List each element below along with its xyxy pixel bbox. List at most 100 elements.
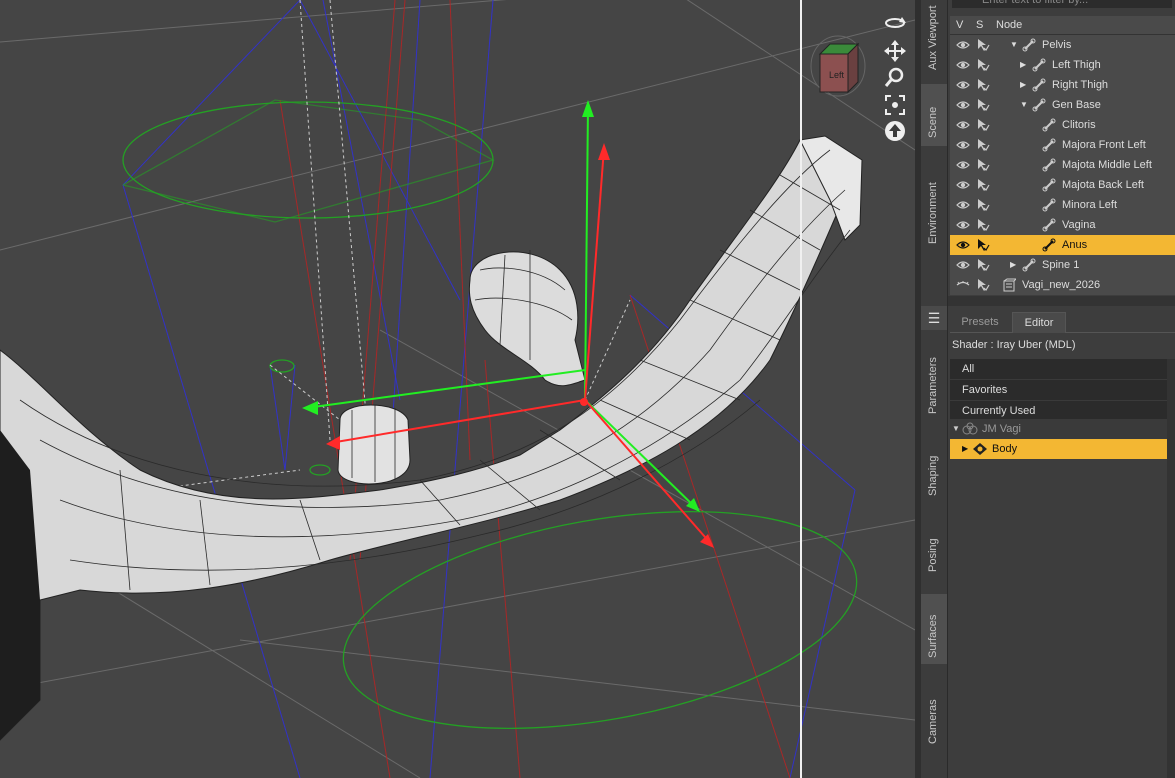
scene-node-row[interactable]: ▼ Pelvis bbox=[950, 35, 1175, 55]
tree-expander-icon[interactable]: ▼ bbox=[1020, 100, 1028, 109]
scene-tree: ▼ Pelvis ▶ Left Thigh ▶ Right Thigh ▼ Gen Base C… bbox=[950, 35, 1175, 295]
header-node[interactable]: Node bbox=[996, 19, 1022, 31]
surface-filter-list: All Favorites Currently Used bbox=[950, 359, 1167, 422]
tree-expander-icon[interactable]: ▶ bbox=[1020, 60, 1026, 69]
bone-icon bbox=[1022, 38, 1036, 52]
selectable-cursor-icon[interactable] bbox=[976, 118, 990, 132]
reset-view-icon[interactable] bbox=[882, 118, 908, 144]
scene-node-row[interactable]: Majora Front Left bbox=[950, 135, 1175, 155]
scene-node-label: Left Thigh bbox=[1052, 59, 1101, 71]
tab-posing[interactable]: Posing bbox=[921, 520, 947, 576]
visibility-eye-icon[interactable] bbox=[956, 99, 970, 111]
right-panel: Enter text to filter by... V S Node ▼ Pel… bbox=[948, 0, 1175, 778]
view-cube-label: Left bbox=[829, 70, 845, 80]
tree-expander-icon[interactable]: ▶ bbox=[1010, 260, 1016, 269]
tab-presets[interactable]: Presets bbox=[950, 312, 1010, 332]
visibility-eye-icon[interactable] bbox=[956, 239, 970, 251]
scene-node-row[interactable]: Vagina bbox=[950, 215, 1175, 235]
visibility-eye-icon[interactable] bbox=[956, 179, 970, 191]
bone-icon bbox=[1042, 138, 1056, 152]
selectable-cursor-icon[interactable] bbox=[976, 238, 990, 252]
scene-node-row[interactable]: ▶ Spine 1 bbox=[950, 255, 1175, 275]
selectable-cursor-icon[interactable] bbox=[976, 98, 990, 112]
scene-node-row[interactable]: Majota Middle Left bbox=[950, 155, 1175, 175]
selectable-cursor-icon[interactable] bbox=[976, 78, 990, 92]
bone-icon bbox=[1032, 58, 1046, 72]
tree-expander-icon[interactable]: ▼ bbox=[1010, 40, 1018, 49]
collapse-arrow-icon[interactable]: ▼ bbox=[952, 424, 960, 433]
visibility-eye-icon[interactable] bbox=[956, 39, 970, 51]
panel-divider[interactable] bbox=[948, 296, 1175, 306]
selectable-cursor-icon[interactable] bbox=[976, 258, 990, 272]
selectable-cursor-icon[interactable] bbox=[976, 38, 990, 52]
3d-viewport[interactable]: Left bbox=[0, 0, 915, 778]
visibility-eye-icon[interactable] bbox=[956, 59, 970, 71]
visibility-eye-icon[interactable] bbox=[956, 199, 970, 211]
visibility-eye-icon[interactable] bbox=[956, 159, 970, 171]
filter-all[interactable]: All bbox=[950, 359, 1167, 380]
selectable-cursor-icon[interactable] bbox=[976, 58, 990, 72]
tab-surfaces[interactable]: Surfaces bbox=[921, 594, 947, 664]
scene-node-label: Spine 1 bbox=[1042, 259, 1080, 271]
selectable-cursor-icon[interactable] bbox=[976, 138, 990, 152]
bone-icon bbox=[1042, 158, 1056, 172]
expand-arrow-icon[interactable]: ▶ bbox=[962, 444, 968, 453]
scene-node-label: Anus bbox=[1062, 239, 1088, 251]
bone-icon bbox=[1032, 78, 1046, 92]
scene-node-row[interactable]: ▶ Left Thigh bbox=[950, 55, 1175, 75]
selectable-cursor-icon[interactable] bbox=[976, 178, 990, 192]
figure-icon bbox=[1003, 278, 1016, 292]
zoom-icon[interactable] bbox=[882, 64, 908, 90]
pane-menu-icon[interactable]: ☰ bbox=[921, 306, 947, 330]
pan-icon[interactable] bbox=[882, 38, 908, 64]
bone-icon bbox=[1022, 258, 1036, 272]
visibility-eye-icon[interactable] bbox=[956, 279, 970, 291]
surfaces-tabs: Presets Editor bbox=[950, 312, 1175, 333]
scene-node-row[interactable]: Clitoris bbox=[950, 115, 1175, 135]
selectable-cursor-icon[interactable] bbox=[976, 198, 990, 212]
visibility-eye-icon[interactable] bbox=[956, 219, 970, 231]
header-selectable[interactable]: S bbox=[976, 19, 983, 31]
visibility-eye-icon[interactable] bbox=[956, 79, 970, 91]
scene-tree-header: V S Node bbox=[950, 16, 1175, 35]
tab-editor[interactable]: Editor bbox=[1012, 312, 1066, 333]
scene-node-label: Gen Base bbox=[1052, 99, 1101, 111]
scene-render[interactable] bbox=[0, 0, 915, 778]
scene-node-label: Vagina bbox=[1062, 219, 1096, 231]
figure-group-icon bbox=[962, 422, 978, 435]
bone-icon bbox=[1042, 198, 1056, 212]
visibility-eye-icon[interactable] bbox=[956, 139, 970, 151]
tab-shaping[interactable]: Shaping bbox=[921, 438, 947, 500]
filter-favorites[interactable]: Favorites bbox=[950, 380, 1167, 401]
selectable-cursor-icon[interactable] bbox=[976, 218, 990, 232]
surface-body-label: Body bbox=[992, 443, 1018, 455]
visibility-eye-icon[interactable] bbox=[956, 259, 970, 271]
tab-scene[interactable]: Scene bbox=[921, 84, 947, 146]
surface-row-body[interactable]: ▶ Body bbox=[950, 439, 1167, 459]
scene-node-row[interactable]: ▶ Right Thigh bbox=[950, 75, 1175, 95]
tab-parameters[interactable]: Parameters bbox=[921, 340, 947, 420]
scene-filter-input[interactable]: Enter text to filter by... bbox=[952, 0, 1172, 8]
view-cube[interactable] bbox=[810, 32, 866, 100]
visibility-eye-icon[interactable] bbox=[956, 119, 970, 131]
tab-aux-viewport[interactable]: Aux Viewport bbox=[921, 0, 947, 78]
selectable-cursor-icon[interactable] bbox=[976, 278, 990, 292]
scene-node-row[interactable]: Majota Back Left bbox=[950, 175, 1175, 195]
scene-node-label: Vagi_new_2026 bbox=[1022, 279, 1101, 291]
scene-node-row[interactable]: Vagi_new_2026 bbox=[950, 275, 1175, 295]
tab-environment[interactable]: Environment bbox=[921, 152, 947, 252]
scene-node-row[interactable]: Minora Left bbox=[950, 195, 1175, 215]
orbit-icon[interactable] bbox=[882, 8, 908, 34]
side-tab-bar: Aux Viewport Scene Environment Parameter… bbox=[921, 0, 948, 778]
surface-group-row[interactable]: ▼ JM Vagi bbox=[950, 419, 1167, 439]
frame-icon[interactable] bbox=[882, 92, 908, 118]
scene-node-row[interactable]: Anus bbox=[950, 235, 1175, 255]
surface-scrollbar[interactable] bbox=[1167, 359, 1175, 778]
scene-node-row[interactable]: ▼ Gen Base bbox=[950, 95, 1175, 115]
scene-node-label: Clitoris bbox=[1062, 119, 1096, 131]
scene-node-label: Majota Middle Left bbox=[1062, 159, 1152, 171]
tree-expander-icon[interactable]: ▶ bbox=[1020, 80, 1026, 89]
tab-cameras[interactable]: Cameras bbox=[921, 682, 947, 752]
selectable-cursor-icon[interactable] bbox=[976, 158, 990, 172]
header-visible[interactable]: V bbox=[956, 19, 963, 31]
